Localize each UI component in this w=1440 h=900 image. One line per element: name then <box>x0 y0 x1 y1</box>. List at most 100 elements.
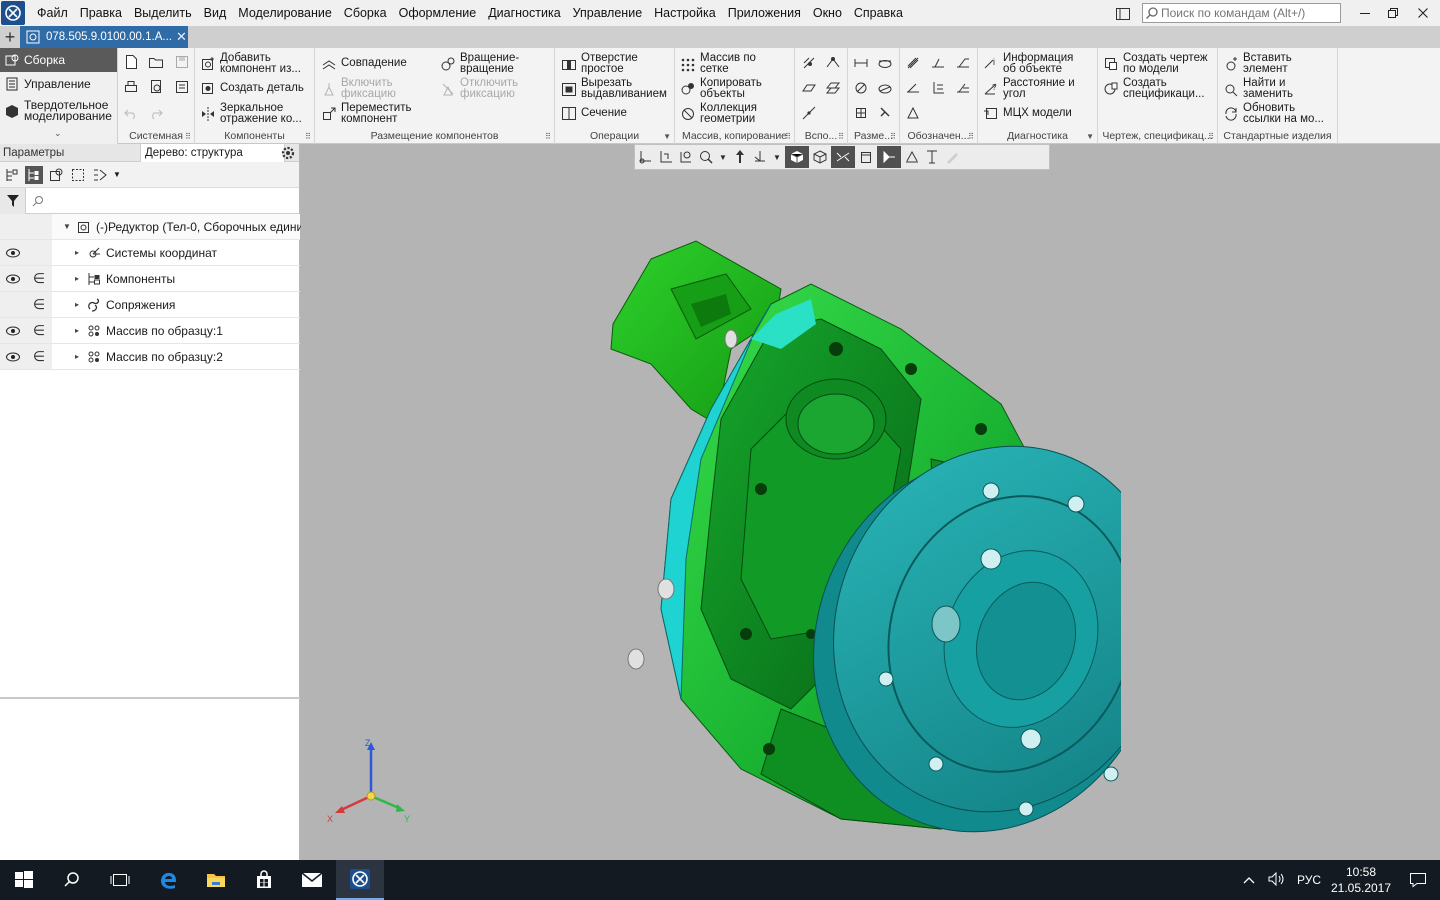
chevron-down-icon[interactable]: ▼ <box>771 148 783 166</box>
base-icon[interactable] <box>903 78 923 98</box>
grid-array-button[interactable]: Массив по сетке <box>679 52 756 74</box>
properties-icon[interactable] <box>172 77 192 97</box>
view-settings-icon[interactable] <box>637 148 655 166</box>
table-dimension-icon[interactable] <box>851 103 871 123</box>
radial-dimension-icon[interactable] <box>851 78 871 98</box>
rotate-view-icon[interactable] <box>751 148 769 166</box>
tree-row[interactable]: ▼ (-)Редуктор (Тел-0, Сборочных едини <box>0 214 303 240</box>
expand-arrow-icon[interactable]: ▸ <box>72 300 82 309</box>
zoom-icon[interactable] <box>697 148 715 166</box>
linear-dimension-icon[interactable] <box>851 53 871 73</box>
geometry-collection-button[interactable]: Коллекция геометрии <box>679 102 757 124</box>
menu-modeling[interactable]: Моделирование <box>232 0 338 26</box>
tree-filter-options-icon[interactable] <box>91 166 109 184</box>
kompas-taskbar-icon[interactable] <box>336 860 384 900</box>
tree-row[interactable]: ▸ Системы координат <box>0 240 300 266</box>
app-logo-icon[interactable] <box>1 1 25 25</box>
new-file-icon[interactable] <box>121 52 141 72</box>
mass-properties-button[interactable]: МЦХ модели <box>982 104 1072 122</box>
menu-manage[interactable]: Управление <box>567 0 649 26</box>
store-icon[interactable] <box>240 860 288 900</box>
group-expand-icon[interactable]: ⠿ <box>185 132 191 141</box>
aux-points-icon[interactable] <box>823 53 843 73</box>
task-view-icon[interactable] <box>96 860 144 900</box>
angle-dimension-icon[interactable] <box>875 78 895 98</box>
menu-settings[interactable]: Настройка <box>648 0 722 26</box>
tree-hierarchy-icon[interactable] <box>3 166 21 184</box>
assembly-model[interactable] <box>601 229 1121 859</box>
measure-view-icon[interactable] <box>923 148 941 166</box>
aux-offset-plane-icon[interactable] <box>823 78 843 98</box>
group-expand-icon[interactable]: ⠿ <box>545 132 551 141</box>
restore-button[interactable] <box>1378 0 1408 26</box>
object-info-button[interactable]: i Информация об объекте <box>982 52 1073 74</box>
pan-icon[interactable] <box>731 148 749 166</box>
notifications-icon[interactable] <box>1396 872 1440 888</box>
eye-icon[interactable] <box>0 318 26 343</box>
display-mode-icon[interactable] <box>857 148 875 166</box>
filter-icon[interactable] <box>0 187 26 214</box>
roughness-icon[interactable] <box>928 53 948 73</box>
section-button[interactable]: Сечение <box>560 104 627 122</box>
cut-extrude-button[interactable]: Вырезать выдавливанием <box>560 77 667 99</box>
command-search-input[interactable] <box>1161 6 1331 20</box>
tree-row[interactable]: ∈ ▸ Массив по образцу:1 <box>0 318 300 344</box>
create-spec-button[interactable]: Создать спецификаци... <box>1102 77 1205 99</box>
menu-select[interactable]: Выделить <box>128 0 198 26</box>
tree-row[interactable]: ∈ ▸ Сопряжения <box>0 292 300 318</box>
group-expand-icon[interactable]: ⠿ <box>1208 132 1214 141</box>
eye-icon[interactable] <box>0 344 26 369</box>
diameter-dimension-icon[interactable] <box>875 53 895 73</box>
expand-arrow-icon[interactable]: ▸ <box>72 274 82 283</box>
start-button[interactable] <box>0 860 48 900</box>
close-window-button[interactable] <box>1408 0 1438 26</box>
rotation-button[interactable]: Вращение-вращение <box>439 52 519 74</box>
open-folder-icon[interactable] <box>146 52 166 72</box>
tree-search-input[interactable] <box>26 189 299 213</box>
distance-angle-button[interactable]: ? Расстояние и угол <box>982 77 1075 99</box>
aux-plane-icon[interactable] <box>799 78 819 98</box>
tree-row[interactable]: ∈ ▸ Компоненты <box>0 266 300 292</box>
collapse-arrow-icon[interactable]: ▼ <box>62 222 72 231</box>
aux-line-icon[interactable] <box>799 103 819 123</box>
panel-toggle-icon[interactable] <box>1114 5 1132 23</box>
create-part-button[interactable]: Создать деталь <box>199 79 304 97</box>
include-icon[interactable]: ∈ <box>26 318 52 343</box>
group-expand-icon[interactable]: ⠿ <box>890 132 896 141</box>
tree-row[interactable]: ∈ ▸ Массив по образцу:2 <box>0 344 300 370</box>
thread-icon[interactable] <box>903 53 923 73</box>
language-indicator[interactable]: РУС <box>1292 873 1326 887</box>
aux-axis-icon[interactable] <box>799 53 819 73</box>
eye-icon[interactable] <box>0 240 26 265</box>
volume-icon[interactable] <box>1262 871 1292 889</box>
view-orient-icon[interactable] <box>657 148 675 166</box>
tree-structure-icon[interactable] <box>25 165 43 184</box>
new-document-button[interactable]: + <box>0 26 20 48</box>
group-expand-icon[interactable]: ⠿ <box>838 132 844 141</box>
expand-arrow-icon[interactable]: ▸ <box>72 352 82 361</box>
panel-splitter[interactable] <box>0 697 300 699</box>
find-replace-button[interactable]: Найти и заменить <box>1222 77 1293 99</box>
search-taskbar-icon[interactable] <box>48 860 96 900</box>
include-icon[interactable]: ∈ <box>26 266 52 291</box>
edge-browser-icon[interactable] <box>144 860 192 900</box>
mail-icon[interactable] <box>288 860 336 900</box>
file-explorer-icon[interactable] <box>192 860 240 900</box>
move-component-button[interactable]: Переместить компонент <box>320 102 411 124</box>
gear-icon[interactable] <box>279 144 297 162</box>
position-mark-icon[interactable] <box>953 78 973 98</box>
menu-view[interactable]: Вид <box>198 0 233 26</box>
pencil-icon[interactable] <box>943 148 961 166</box>
chevron-up-icon[interactable] <box>1236 873 1262 887</box>
menu-assembly[interactable]: Сборка <box>338 0 393 26</box>
group-dropdown-icon[interactable]: ▼ <box>663 132 671 141</box>
enable-fix-button[interactable]: Включить фиксацию <box>320 77 396 99</box>
chevron-down-icon[interactable]: ▼ <box>113 170 121 179</box>
insert-element-button[interactable]: Вставить элемент <box>1222 52 1292 74</box>
section-view-icon[interactable] <box>831 146 855 168</box>
preview-icon[interactable] <box>146 77 166 97</box>
print-icon[interactable] <box>121 77 141 97</box>
group-dropdown-icon[interactable]: ▼ <box>1086 132 1094 141</box>
perspective-icon[interactable] <box>877 146 901 168</box>
simple-hole-button[interactable]: Отверстие простое <box>560 52 638 74</box>
